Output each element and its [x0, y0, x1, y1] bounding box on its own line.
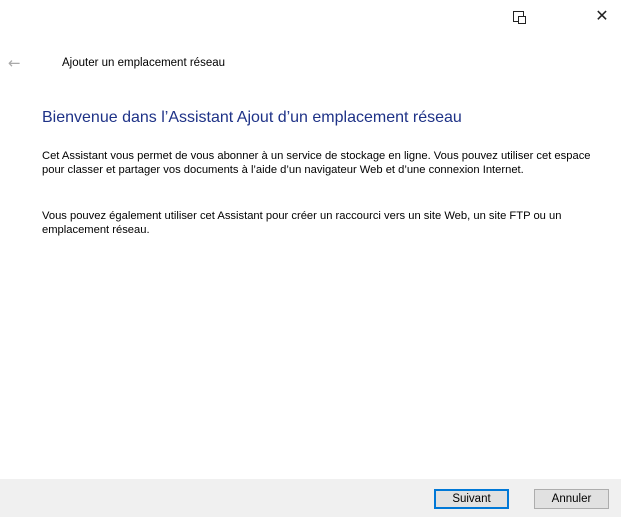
snap-window-button[interactable] [496, 0, 540, 32]
secondary-paragraph: Vous pouvez également utiliser cet Assis… [42, 210, 562, 236]
close-icon: ✕ [595, 6, 609, 25]
cancel-button[interactable]: Annuler [534, 489, 609, 509]
close-button[interactable]: ✕ [580, 0, 621, 32]
back-arrow-icon[interactable]: ← [8, 54, 28, 72]
wizard-window: ✕ ← Ajouter un emplacement réseau Bienve… [0, 0, 621, 517]
next-button[interactable]: Suivant [434, 489, 509, 509]
footer-bar: Suivant Annuler [0, 479, 621, 517]
page-heading: Bienvenue dans l’Assistant Ajout d’un em… [42, 109, 462, 126]
snap-window-icon [512, 10, 526, 24]
intro-paragraph: Cet Assistant vous permet de vous abonne… [42, 150, 591, 176]
wizard-nav-row: ← Ajouter un emplacement réseau [0, 54, 621, 76]
title-bar: ✕ [0, 0, 621, 32]
wizard-title: Ajouter un emplacement réseau [62, 57, 226, 69]
